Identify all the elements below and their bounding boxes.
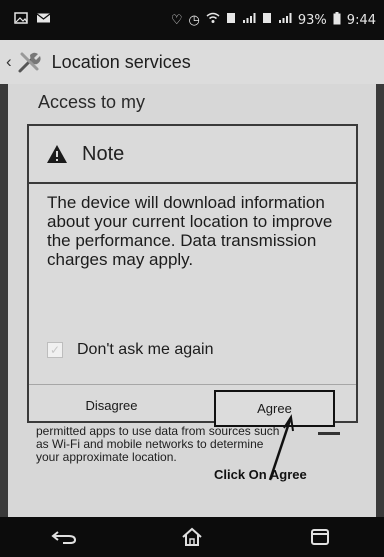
dialog-message: The device will download information abo… bbox=[47, 193, 333, 269]
page-title: Location services bbox=[51, 51, 191, 72]
recents-icon[interactable] bbox=[290, 517, 350, 557]
note-dialog: Note The device will download informatio… bbox=[27, 124, 358, 427]
status-bar: ♡ ◷ 93% 9:44 bbox=[0, 0, 384, 40]
disagree-button[interactable]: Disagree bbox=[29, 385, 194, 425]
battery-level: 93% bbox=[297, 12, 327, 28]
sim-icon bbox=[262, 12, 272, 28]
agree-button[interactable]: Agree bbox=[214, 390, 335, 427]
wifi-icon bbox=[206, 12, 220, 28]
system-icons: ♡ ◷ 93% 9:44 bbox=[170, 11, 376, 29]
tools-icon[interactable] bbox=[16, 49, 42, 75]
image-icon bbox=[14, 12, 28, 28]
home-icon[interactable] bbox=[162, 517, 222, 557]
setting-title[interactable]: Access to my bbox=[38, 92, 145, 113]
setting-description: permitted apps to use data from sources … bbox=[36, 424, 280, 464]
sim-icon bbox=[226, 12, 236, 28]
clock-time: 9:44 bbox=[346, 12, 376, 28]
dont-ask-again-checkbox[interactable]: ✓ bbox=[47, 342, 63, 358]
dialog-header: Note bbox=[29, 126, 356, 182]
dont-ask-again-row[interactable]: ✓ Don't ask me again bbox=[47, 341, 213, 359]
signal-icon bbox=[278, 12, 292, 28]
dialog-divider bbox=[29, 182, 356, 184]
screen-edge-right bbox=[376, 84, 384, 517]
chevron-left-icon[interactable]: ‹ bbox=[6, 52, 12, 72]
setting-toggle[interactable] bbox=[318, 432, 340, 435]
action-bar: ‹ Location services bbox=[0, 40, 384, 84]
warning-icon bbox=[46, 144, 68, 164]
battery-icon bbox=[333, 11, 341, 29]
screen-edge-left bbox=[0, 84, 8, 517]
signal-icon bbox=[242, 12, 256, 28]
heart-icon: ♡ bbox=[170, 12, 183, 28]
clock-icon: ◷ bbox=[188, 12, 200, 28]
back-icon[interactable] bbox=[34, 517, 94, 557]
navigation-bar bbox=[0, 517, 384, 557]
dialog-title: Note bbox=[82, 142, 125, 165]
annotation-text: Click On Agree bbox=[214, 467, 307, 482]
mail-icon bbox=[36, 12, 51, 28]
notification-icons bbox=[14, 12, 51, 28]
dont-ask-again-label[interactable]: Don't ask me again bbox=[77, 341, 213, 359]
